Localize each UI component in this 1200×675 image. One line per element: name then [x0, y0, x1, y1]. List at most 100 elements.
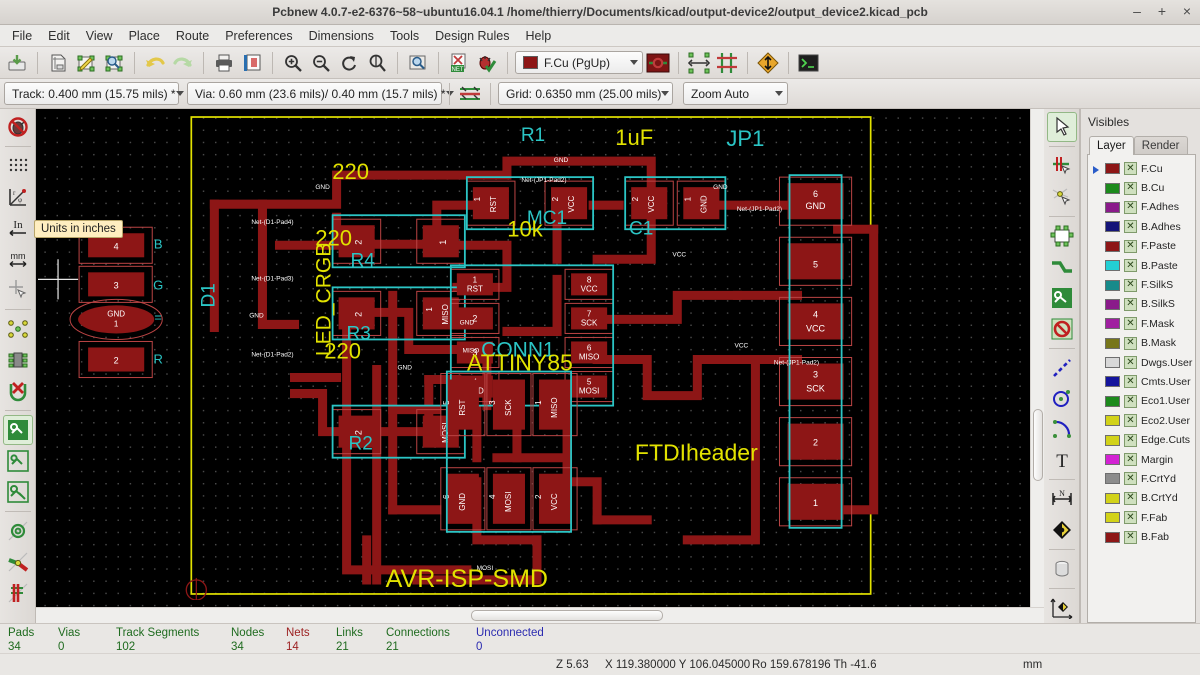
layer-color-swatch[interactable] [1105, 492, 1120, 504]
layer-row-b-crtyd[interactable]: ✕ B.CrtYd [1092, 489, 1193, 508]
layer-color-swatch[interactable] [1105, 376, 1120, 388]
ratsnest-toggle-icon[interactable] [755, 50, 781, 76]
pcb-designator-c1[interactable]: C1 [629, 218, 653, 239]
zoom-redraw-icon[interactable] [336, 50, 362, 76]
zoom-select[interactable]: Zoom Auto [683, 82, 788, 105]
pcb-net-label[interactable]: Net-(D1-Pad2) [251, 351, 293, 358]
layer-row-b-adhes[interactable]: ✕ B.Adhes [1092, 217, 1193, 236]
pcb-net-label[interactable]: GND [315, 184, 330, 191]
layer-row-cmts-user[interactable]: ✕ Cmts.User [1092, 372, 1193, 391]
show-zones-outline-icon[interactable] [3, 446, 33, 476]
pcb-canvas[interactable]: .cu { stroke:#8d1616; stroke-width:9; fi… [36, 109, 1030, 607]
show-zones-icon[interactable] [2, 415, 33, 445]
pcb-value-text[interactable]: ATTINY85 [467, 350, 573, 376]
pcb-designator-r4[interactable]: R4 [350, 250, 375, 271]
layer-color-swatch[interactable] [1105, 260, 1120, 272]
layer-row-b-cu[interactable]: ✕ B.Cu [1092, 178, 1193, 197]
ratsnest-icon[interactable] [3, 314, 33, 344]
layer-color-swatch[interactable] [1105, 473, 1120, 485]
layer-visibility-checkbox[interactable]: ✕ [1124, 297, 1137, 311]
layer-color-swatch[interactable] [1105, 221, 1120, 233]
layer-visibility-checkbox[interactable]: ✕ [1124, 356, 1137, 370]
page-settings-icon[interactable] [45, 50, 71, 76]
layer-color-swatch[interactable] [1105, 279, 1120, 291]
menu-item-edit[interactable]: Edit [40, 27, 78, 45]
pcb-value-text[interactable]: 10k [507, 216, 544, 241]
active-layer-select[interactable]: F.Cu (PgUp) [515, 51, 643, 74]
layer-color-swatch[interactable] [1105, 454, 1120, 466]
layer-row-f-mask[interactable]: ✕ F.Mask [1092, 314, 1193, 333]
minimize-icon[interactable]: – [1130, 4, 1144, 19]
layer-color-swatch[interactable] [1105, 240, 1120, 252]
pcb-net-label[interactable]: GND [398, 365, 413, 372]
pcb-value-text[interactable]: LED_CRGB [313, 243, 336, 356]
zoom-fit-icon[interactable] [364, 50, 390, 76]
find-icon[interactable] [405, 50, 431, 76]
layer-visibility-checkbox[interactable]: ✕ [1124, 336, 1137, 350]
layer-color-swatch[interactable] [1105, 434, 1120, 446]
pcb-net-label[interactable]: GND [460, 319, 475, 326]
layer-row-margin[interactable]: ✕ Margin [1092, 450, 1193, 469]
layer-visibility-checkbox[interactable]: ✕ [1124, 414, 1137, 428]
select-tool-icon[interactable] [1046, 112, 1077, 142]
polar-coords-icon[interactable]: rφ [3, 182, 33, 212]
layer-row-edge-cuts[interactable]: ✕ Edge.Cuts [1092, 430, 1193, 449]
set-origin-icon[interactable] [1047, 593, 1077, 623]
layer-color-swatch[interactable] [1105, 163, 1120, 175]
pcb-designator-r1[interactable]: R1 [521, 125, 545, 146]
zoom-in-icon[interactable] [280, 50, 306, 76]
pcb-net-label[interactable]: VCC [735, 342, 749, 349]
layer-row-dwgs-user[interactable]: ✕ Dwgs.User [1092, 353, 1193, 372]
add-target-icon[interactable] [1047, 515, 1077, 545]
pcb-net-label[interactable]: Net-(D1-Pad3) [251, 275, 293, 282]
layer-color-swatch[interactable] [1105, 182, 1120, 194]
units-inches-icon[interactable]: In [3, 213, 33, 243]
layer-visibility-checkbox[interactable]: ✕ [1124, 491, 1137, 505]
show-vias-sketch-icon[interactable] [3, 516, 33, 546]
layer-color-swatch[interactable] [1105, 395, 1120, 407]
grid-settings-icon[interactable] [714, 50, 740, 76]
pcb-value-text[interactable]: 1uF [615, 125, 653, 150]
layer-visibility-checkbox[interactable]: ✕ [1124, 453, 1137, 467]
layer-row-f-paste[interactable]: ✕ F.Paste [1092, 237, 1193, 256]
pcb-net-label[interactable]: GND [713, 184, 728, 191]
close-icon[interactable]: × [1180, 4, 1194, 19]
grid-visibility-icon[interactable] [3, 151, 33, 181]
open-module-editor-icon[interactable] [73, 50, 99, 76]
layer-row-f-cu[interactable]: ✕ F.Cu [1092, 159, 1193, 178]
module-properties-icon[interactable] [686, 50, 712, 76]
layer-color-swatch[interactable] [1105, 415, 1120, 427]
pcb-designator-jp1[interactable]: JP1 [726, 126, 764, 151]
add-graphic-line-icon[interactable] [1047, 353, 1077, 383]
drc-off-icon[interactable] [3, 112, 33, 142]
drc-icon[interactable] [474, 50, 500, 76]
local-ratsnest-icon[interactable] [1047, 182, 1077, 212]
layer-row-f-silks[interactable]: ✕ F.SilkS [1092, 275, 1193, 294]
high-contrast-icon[interactable] [3, 578, 33, 608]
layer-row-f-adhes[interactable]: ✕ F.Adhes [1092, 198, 1193, 217]
layer-color-swatch[interactable] [1105, 298, 1120, 310]
mode-track-icon[interactable] [645, 50, 671, 76]
layer-visibility-checkbox[interactable]: ✕ [1124, 511, 1137, 525]
canvas-horizontal-scrollbar[interactable] [36, 607, 1044, 623]
add-track-icon[interactable] [1047, 252, 1077, 282]
layer-visibility-checkbox[interactable]: ✕ [1124, 239, 1137, 253]
pcb-value-text[interactable]: 220 [332, 159, 369, 184]
tab-layer[interactable]: Layer [1089, 136, 1134, 155]
pcb-net-label[interactable]: Net-(JP1-Pad2) [737, 206, 782, 213]
horizontal-scroll-thumb[interactable] [471, 610, 663, 621]
layer-list[interactable]: ✕ F.Cu ✕ B.Cu ✕ F.Adhes ✕ B.Adhes ✕ F.Paste ✕ B.Pas… [1087, 154, 1196, 623]
pcb-net-label[interactable]: Net-(D1-Pad4) [251, 219, 293, 226]
via-size-select[interactable]: Via: 0.60 mm (23.6 mils)/ 0.40 mm (15.7 … [187, 82, 454, 105]
pcb-value-text[interactable]: AVR-ISP-SMD [386, 565, 548, 593]
layer-visibility-checkbox[interactable]: ✕ [1124, 181, 1137, 195]
pcb-net-label[interactable]: Net-(JP1-Pad2) [774, 360, 819, 367]
layer-color-swatch[interactable] [1105, 512, 1120, 524]
add-zone-icon[interactable] [1047, 283, 1077, 313]
delete-icon[interactable] [1047, 554, 1077, 584]
open-module-viewer-icon[interactable] [101, 50, 127, 76]
layer-row-f-crtyd[interactable]: ✕ F.CrtYd [1092, 469, 1193, 488]
vertical-scroll-thumb[interactable] [1033, 409, 1043, 481]
canvas-vertical-scrollbar[interactable] [1030, 109, 1044, 607]
menu-item-preferences[interactable]: Preferences [217, 27, 300, 45]
